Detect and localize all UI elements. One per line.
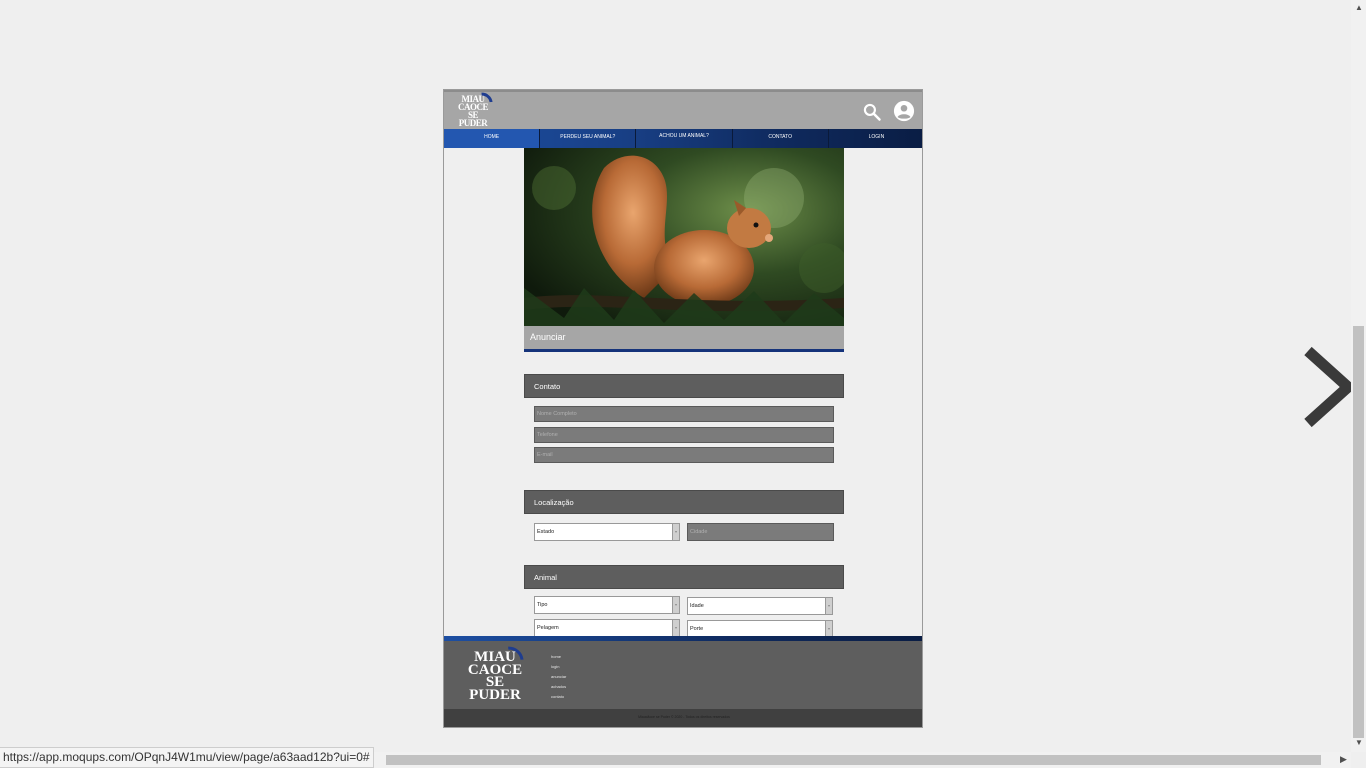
footer-link-home[interactable]: home [551, 654, 566, 664]
nav-achou[interactable]: ACHOU UM ANIMAL? [636, 129, 733, 148]
vertical-scrollbar[interactable]: ▲ ▼ [1351, 0, 1366, 752]
nav-contato[interactable]: CONTATO [733, 129, 829, 148]
footer-link-anunciar[interactable]: anunciar [551, 674, 566, 684]
footer-links: home login anunciar achados contato [551, 654, 566, 704]
footer-link-achados[interactable]: achados [551, 684, 566, 694]
status-bar-url: https://app.moqups.com/OPqnJ4W1mu/view/p… [0, 747, 374, 768]
idade-select-value: Idade [690, 603, 704, 609]
estado-select[interactable]: Estado ▾ [534, 523, 680, 541]
horizontal-scroll-thumb[interactable] [386, 755, 1321, 765]
nome-completo-input[interactable]: Nome Completo [534, 406, 834, 422]
logo[interactable]: MIAU CAOCE SE PUDER [453, 90, 497, 129]
telefone-input[interactable]: Telefone [534, 427, 834, 443]
nav-home[interactable]: HOME [444, 129, 541, 148]
pelagem-select[interactable]: Pelagem ▾ [534, 619, 680, 636]
cidade-input[interactable]: Cidade [687, 523, 834, 541]
footer-logo[interactable]: MIAU CAOCE SE PUDER [466, 641, 530, 703]
chevron-down-icon: ▾ [672, 597, 679, 613]
section-header-contato: Contato [524, 374, 844, 398]
logo-line: PUDER [458, 118, 488, 128]
chevron-right-icon[interactable] [1300, 345, 1356, 429]
pelagem-select-value: Pelagem [537, 625, 559, 631]
porte-select[interactable]: Porte ▾ [687, 620, 833, 636]
estado-select-value: Estado [537, 529, 555, 535]
footer-link-login[interactable]: login [551, 664, 566, 674]
section-header-localizacao: Localização [524, 490, 844, 514]
chevron-down-icon: ▾ [825, 621, 832, 636]
scroll-up-icon[interactable]: ▲ [1355, 3, 1363, 12]
logo-line: PUDER [469, 686, 521, 703]
nav-login[interactable]: LOGIN [829, 129, 922, 148]
vertical-scroll-thumb[interactable] [1353, 326, 1364, 738]
chevron-down-icon: ▾ [672, 524, 679, 540]
top-bar: MIAU CAOCE SE PUDER [444, 90, 922, 129]
banner-title: Anunciar [530, 332, 566, 342]
tipo-select[interactable]: Tipo ▾ [534, 596, 680, 614]
section-header-animal: Animal [524, 565, 844, 589]
hero-squirrel-image [524, 148, 844, 326]
account-icon[interactable] [893, 100, 915, 122]
porte-select-value: Porte [690, 626, 704, 632]
scroll-down-icon[interactable]: ▼ [1355, 738, 1363, 747]
scroll-right-icon[interactable]: ▶ [1340, 754, 1347, 765]
idade-select[interactable]: Idade ▾ [687, 597, 833, 615]
footer-link-contato[interactable]: contato [551, 694, 566, 704]
anunciar-banner: Anunciar [524, 326, 844, 352]
copyright-text: Miaucãoce se Puder © 2020 - Todos os dir… [638, 715, 730, 719]
footer: MIAU CAOCE SE PUDER home login anunciar … [444, 641, 922, 709]
copyright-bar: Miaucãoce se Puder © 2020 - Todos os dir… [444, 709, 922, 727]
moqups-page-frame: MIAU CAOCE SE PUDER HOME PERDEU SEU ANIM… [443, 89, 923, 728]
email-input[interactable]: E-mail [534, 447, 834, 463]
main-nav: HOME PERDEU SEU ANIMAL? ACHOU UM ANIMAL?… [444, 129, 922, 148]
chevron-down-icon: ▾ [672, 620, 679, 636]
tipo-select-value: Tipo [537, 602, 548, 608]
search-icon[interactable] [862, 102, 882, 122]
chevron-down-icon: ▾ [825, 598, 832, 614]
nav-perdeu[interactable]: PERDEU SEU ANIMAL? [540, 129, 637, 148]
page-content: Anunciar Contato Nome Completo Telefone … [444, 148, 922, 636]
